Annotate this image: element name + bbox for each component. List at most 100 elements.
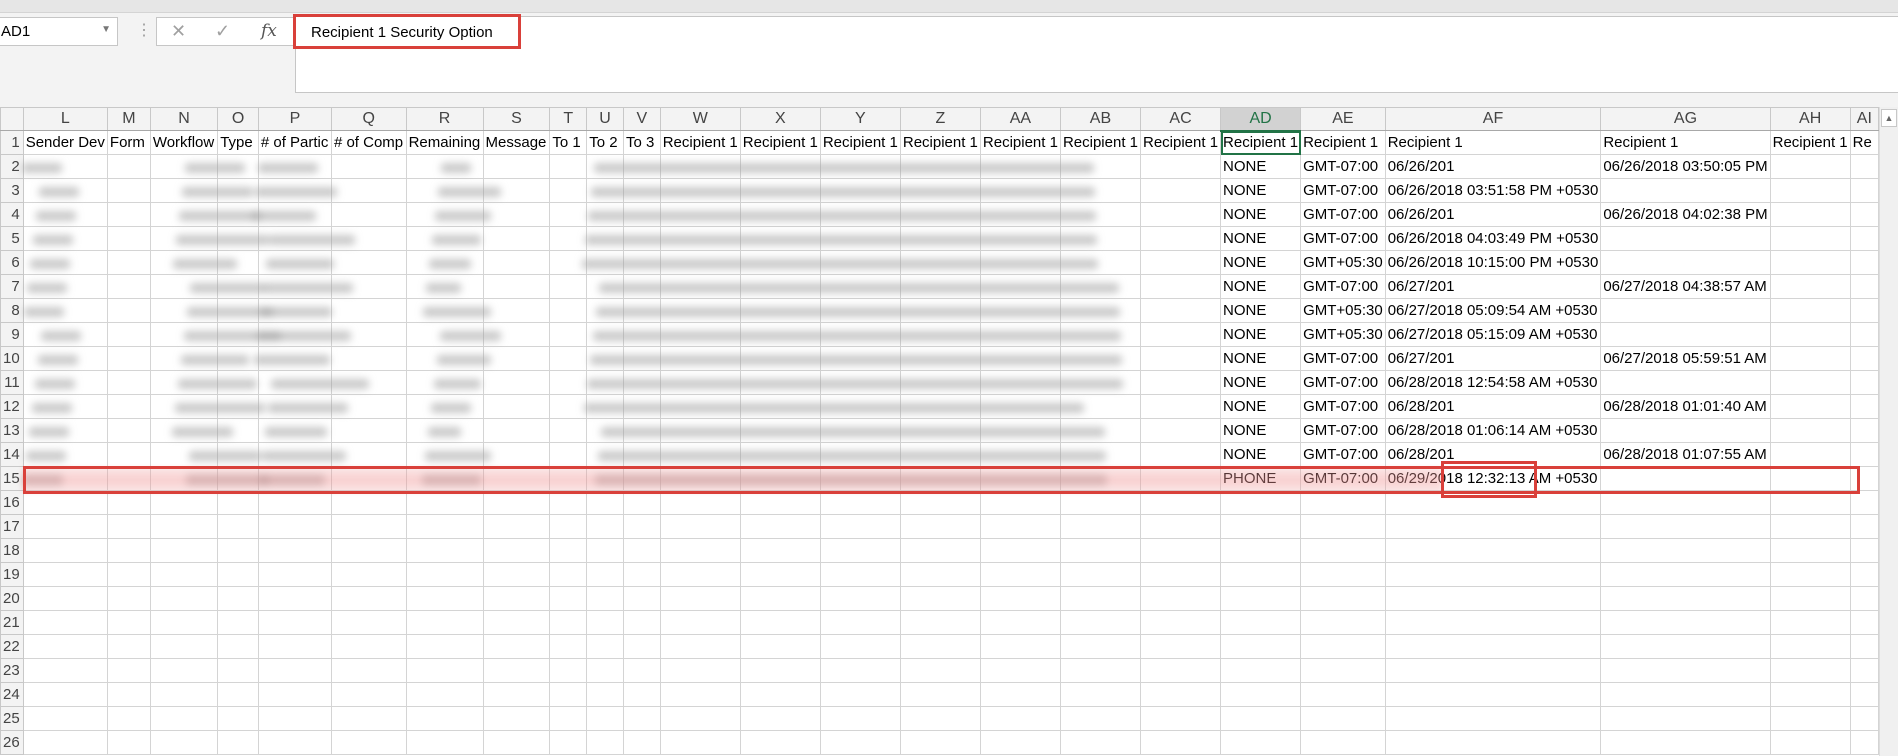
cell-W26[interactable] (659, 730, 741, 755)
cell-AA2[interactable] (979, 154, 1061, 179)
cell-S4[interactable] (482, 202, 551, 227)
cell-X17[interactable] (739, 514, 821, 539)
cell-T25[interactable] (549, 706, 588, 731)
cell-Q3[interactable] (330, 178, 407, 203)
cell-AI26[interactable] (1849, 730, 1879, 755)
cell-M22[interactable] (106, 634, 151, 659)
cell-M10[interactable] (106, 346, 151, 371)
cell-V3[interactable] (622, 178, 661, 203)
column-header-X[interactable]: X (739, 107, 821, 131)
cell-X20[interactable] (739, 586, 821, 611)
cell-Y8[interactable] (819, 298, 901, 323)
cell-AC6[interactable] (1139, 250, 1222, 275)
cell-W25[interactable] (659, 706, 741, 731)
cell-P6[interactable] (257, 250, 332, 275)
cell-AH15[interactable] (1769, 466, 1851, 491)
cell-P21[interactable] (257, 610, 332, 635)
cell-L22[interactable] (22, 634, 108, 659)
cell-V13[interactable] (622, 418, 661, 443)
cell-Z13[interactable] (899, 418, 981, 443)
cell-AH6[interactable] (1769, 250, 1851, 275)
cell-AF7[interactable]: 06/27/201 (1384, 274, 1602, 299)
cell-Y17[interactable] (819, 514, 901, 539)
cell-S10[interactable] (482, 346, 551, 371)
row-header[interactable]: 3 (0, 178, 24, 203)
cell-AE18[interactable] (1300, 538, 1386, 563)
cell-AI18[interactable] (1849, 538, 1879, 563)
cell-O24[interactable] (217, 682, 259, 707)
column-header-Y[interactable]: Y (819, 107, 901, 131)
cell-AE2[interactable]: GMT-07:00 (1300, 154, 1386, 179)
cell-N1[interactable]: Workflow (149, 130, 219, 155)
cell-Q14[interactable] (330, 442, 407, 467)
cell-N12[interactable] (149, 394, 219, 419)
cell-W22[interactable] (659, 634, 741, 659)
cell-W11[interactable] (659, 370, 741, 395)
cell-T16[interactable] (549, 490, 588, 515)
cell-X23[interactable] (739, 658, 821, 683)
cell-X13[interactable] (739, 418, 821, 443)
cell-AB10[interactable] (1059, 346, 1142, 371)
cell-U20[interactable] (586, 586, 624, 611)
row-header[interactable]: 6 (0, 250, 24, 275)
cell-AE9[interactable]: GMT+05:30 (1300, 322, 1386, 347)
cell-U11[interactable] (586, 370, 624, 395)
cell-AA5[interactable] (979, 226, 1061, 251)
cell-O9[interactable] (217, 322, 259, 347)
column-header-S[interactable]: S (482, 107, 551, 131)
cell-N6[interactable] (149, 250, 219, 275)
cell-U7[interactable] (586, 274, 624, 299)
cell-AH22[interactable] (1769, 634, 1851, 659)
cell-X14[interactable] (739, 442, 821, 467)
cell-Y10[interactable] (819, 346, 901, 371)
cell-AG2[interactable]: 06/26/2018 03:50:05 PM (1600, 154, 1771, 179)
cell-Z6[interactable] (899, 250, 981, 275)
cell-X25[interactable] (739, 706, 821, 731)
cell-M19[interactable] (106, 562, 151, 587)
cell-R14[interactable] (405, 442, 484, 467)
cell-Y24[interactable] (819, 682, 901, 707)
cell-Q7[interactable] (330, 274, 407, 299)
row-header[interactable]: 10 (0, 346, 24, 371)
cell-M16[interactable] (106, 490, 151, 515)
row-header[interactable]: 4 (0, 202, 24, 227)
cell-O7[interactable] (217, 274, 259, 299)
cell-M7[interactable] (106, 274, 151, 299)
cell-AD4[interactable]: NONE (1220, 202, 1302, 227)
cell-W5[interactable] (659, 226, 741, 251)
cell-Y13[interactable] (819, 418, 901, 443)
cell-U16[interactable] (586, 490, 624, 515)
cell-T24[interactable] (549, 682, 588, 707)
cell-O10[interactable] (217, 346, 259, 371)
cell-T4[interactable] (549, 202, 588, 227)
cell-AA13[interactable] (979, 418, 1061, 443)
cell-Y3[interactable] (819, 178, 901, 203)
cell-AG16[interactable] (1600, 490, 1771, 515)
cell-AE20[interactable] (1300, 586, 1386, 611)
cell-Y26[interactable] (819, 730, 901, 755)
cell-W7[interactable] (659, 274, 741, 299)
cell-S16[interactable] (482, 490, 551, 515)
cell-AG1[interactable]: Recipient 1 (1600, 130, 1771, 155)
cell-AD21[interactable] (1220, 610, 1302, 635)
cell-N23[interactable] (149, 658, 219, 683)
cell-AA14[interactable] (979, 442, 1061, 467)
cell-U1[interactable]: To 2 (586, 130, 624, 155)
cell-S20[interactable] (482, 586, 551, 611)
cell-AD6[interactable]: NONE (1220, 250, 1302, 275)
cell-L14[interactable] (22, 442, 108, 467)
cell-V17[interactable] (622, 514, 661, 539)
cell-AC11[interactable] (1139, 370, 1222, 395)
cell-L12[interactable] (22, 394, 108, 419)
cell-AB9[interactable] (1059, 322, 1142, 347)
row-header[interactable]: 8 (0, 298, 24, 323)
column-header-AG[interactable]: AG (1600, 107, 1771, 131)
cell-M4[interactable] (106, 202, 151, 227)
cell-W3[interactable] (659, 178, 741, 203)
cell-AA11[interactable] (979, 370, 1061, 395)
cell-AB16[interactable] (1059, 490, 1142, 515)
cell-AF2[interactable]: 06/26/201 (1384, 154, 1602, 179)
cell-AE8[interactable]: GMT+05:30 (1300, 298, 1386, 323)
cell-AH7[interactable] (1769, 274, 1851, 299)
cell-U17[interactable] (586, 514, 624, 539)
